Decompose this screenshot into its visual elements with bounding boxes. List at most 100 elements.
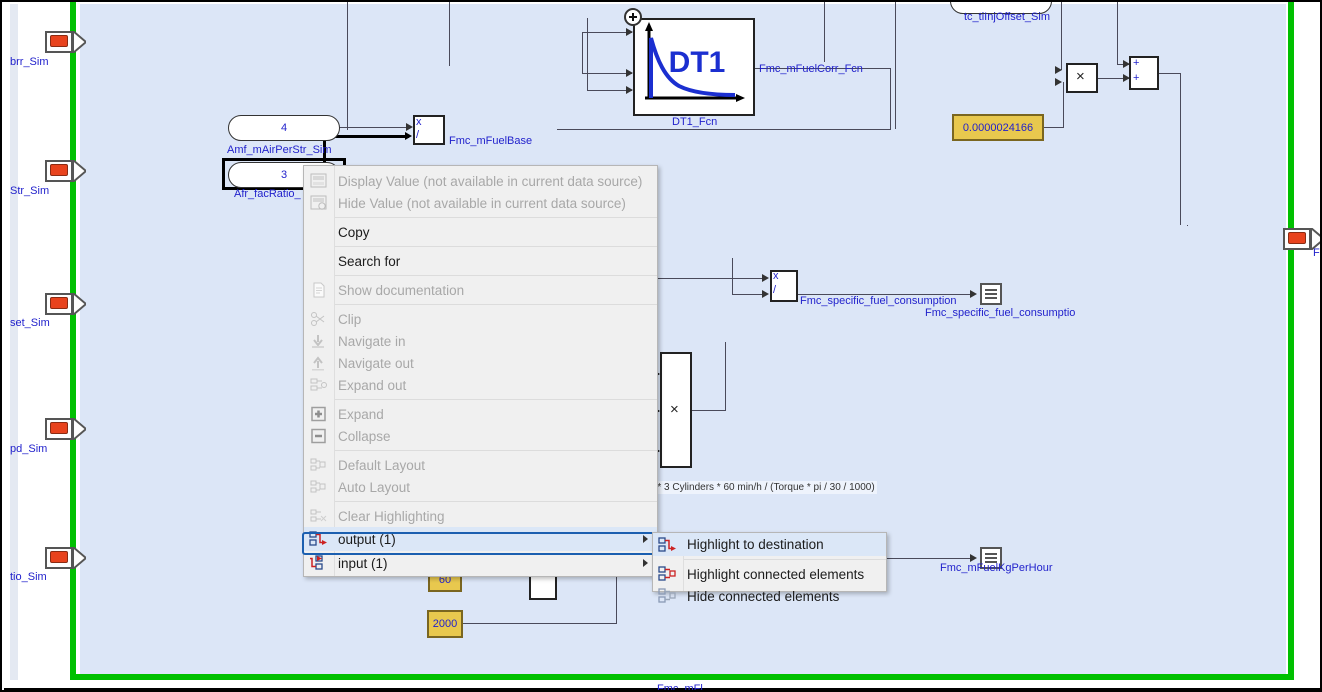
port-brr-sim-label: brr_Sim — [10, 56, 49, 68]
wire-vert-b — [449, 2, 450, 66]
menu-item-expand-out: Expand out — [304, 374, 657, 396]
block-afr-value: 3 — [281, 169, 287, 181]
plus-badge-icon[interactable] — [624, 8, 642, 26]
wire-dt1-out-v — [890, 68, 891, 130]
const-fuel-density-value: 0.0000024166 — [963, 122, 1033, 134]
port-square-icon — [50, 164, 68, 176]
arrowhead-div-2 — [405, 132, 412, 140]
wire-bus-h — [557, 129, 891, 130]
wire-vert-a — [347, 2, 348, 130]
menu-item-navigate-out: Navigate out — [304, 352, 657, 374]
wire-const-out-v — [1063, 82, 1064, 128]
green-rail-right — [1288, 2, 1294, 692]
menu-separator — [334, 246, 657, 247]
menu-item-clip: Clip — [304, 308, 657, 330]
menu-item-navigate-in-label: Navigate in — [338, 334, 406, 349]
wire-const-out — [1042, 127, 1064, 128]
menu-item-input[interactable]: input (1) — [304, 551, 657, 575]
menu-item-search-for[interactable]: Search for — [304, 250, 657, 272]
sum-plus-2: + — [1133, 72, 1139, 84]
sink-sfc-label: Fmc_specific_fuel_consumptio — [925, 307, 1075, 319]
divide-slash-symbol: / — [416, 129, 419, 141]
menu-item-output-label: output (1) — [338, 532, 396, 547]
menu-item-search-for-label: Search for — [338, 254, 400, 269]
label-bottom-clipped: Fmc_mFl — [657, 683, 703, 692]
menu-item-clear-highlighting-label: Clear Highlighting — [338, 509, 445, 524]
block-afr-label: Afr_facRatio_ — [234, 188, 301, 200]
port-square-icon — [50, 35, 68, 47]
const-2000-value: 2000 — [433, 618, 457, 630]
arrowhead-dt1-1 — [626, 28, 633, 36]
wire-sum-in-v — [1117, 2, 1118, 64]
expand-out-icon — [309, 377, 328, 393]
menu-item-copy-label: Copy — [338, 225, 370, 240]
wire-dt1-in1 — [582, 32, 632, 33]
menu-separator — [334, 217, 657, 218]
sink-fmc-specific-fuel-consumption[interactable] — [980, 283, 1002, 305]
port-square-icon — [1288, 232, 1306, 244]
const-fuel-density[interactable]: 0.0000024166 — [952, 114, 1044, 141]
multiply-symbol: × — [1076, 68, 1085, 85]
sum-plus-1: + — [1133, 57, 1139, 69]
wire-vert-d — [895, 2, 896, 129]
submenu-item-highlight-connected-elements-label: Highlight connected elements — [687, 567, 864, 582]
block-dt1-fcn[interactable]: DT1 — [633, 18, 755, 116]
menu-item-expand-out-label: Expand out — [338, 378, 406, 393]
application-window: brr_Sim Str_Sim set_Sim pd_Sim tio_Sim F… — [0, 0, 1322, 692]
port-arrow-icon — [73, 418, 86, 440]
menu-separator — [334, 450, 657, 451]
sfc-x-symbol: x — [773, 270, 779, 282]
navigate-in-icon — [309, 333, 328, 349]
submenu-item-highlight-to-destination[interactable]: Highlight to destination — [653, 533, 886, 556]
menu-separator — [334, 501, 657, 502]
wire-sfc-in1 — [657, 278, 765, 279]
multiply-column-symbol: × — [670, 401, 679, 418]
menu-item-copy[interactable]: Copy — [304, 221, 657, 243]
port-tio-sim-label: tio_Sim — [10, 571, 47, 583]
menu-item-auto-layout: Auto Layout — [304, 476, 657, 498]
port-arrow-icon — [73, 160, 86, 182]
arrowhead-sfc-sink — [970, 290, 977, 298]
highlight-connected-icon — [658, 566, 677, 582]
auto-layout-icon — [309, 479, 328, 495]
context-menu[interactable]: Display Value (not available in current … — [303, 165, 658, 577]
port-square-icon — [50, 297, 68, 309]
menu-item-collapse: Collapse — [304, 425, 657, 447]
port-arrow-icon — [73, 293, 86, 315]
arrowhead-dt1-3 — [626, 86, 633, 94]
dt1-curve-icon: DT1 — [635, 20, 753, 114]
wire-colmul-out-v — [725, 342, 726, 411]
const-two-thousand[interactable]: 2000 — [427, 610, 463, 638]
sfc-slash-symbol: / — [773, 284, 776, 296]
menu-item-expand-label: Expand — [338, 407, 384, 422]
port-str-sim-label: Str_Sim — [10, 185, 49, 197]
signal-fmc-mfuelbase: Fmc_mFuelBase — [449, 135, 532, 147]
wire-dt1-in1-h — [582, 73, 632, 74]
arrowhead-div-1 — [406, 123, 413, 131]
block-amf-mairperstr-sim[interactable]: 4 — [228, 115, 340, 141]
menu-item-output[interactable]: output (1) — [304, 527, 657, 551]
menu-item-display-value: Display Value (not available in current … — [304, 170, 657, 192]
clear-highlighting-icon — [309, 508, 328, 524]
wire-sum-out — [1159, 73, 1181, 74]
divide-x-symbol: x — [416, 116, 422, 128]
submenu-item-highlight-connected-elements[interactable]: Highlight connected elements — [653, 563, 886, 585]
chevron-right-icon — [643, 559, 648, 567]
submenu-item-hide-connected-elements[interactable]: Hide connected elements — [653, 585, 886, 607]
navigate-out-icon — [309, 355, 328, 371]
svg-text:DT1: DT1 — [669, 46, 726, 79]
wire-sfc-in2 — [732, 294, 766, 295]
port-set-sim-label: set_Sim — [10, 317, 50, 329]
block-amf-value: 4 — [281, 122, 287, 134]
signal-fmc-mfuelcorr-fcn: Fmc_mFuelCorr_Fcn — [759, 63, 863, 75]
wire-dt1-in2-v — [587, 18, 588, 91]
document-icon — [309, 282, 328, 298]
input-icon — [309, 555, 328, 571]
port-arrow-icon — [73, 31, 86, 53]
wire-colmul-out — [692, 410, 726, 411]
menu-item-default-layout: Default Layout — [304, 454, 657, 476]
menu-item-hide-value-label: Hide Value (not available in current dat… — [338, 196, 626, 211]
port-pd-sim-label: pd_Sim — [10, 443, 47, 455]
output-submenu[interactable]: Highlight to destination Highlight conne… — [652, 532, 887, 592]
menu-item-default-layout-label: Default Layout — [338, 458, 425, 473]
